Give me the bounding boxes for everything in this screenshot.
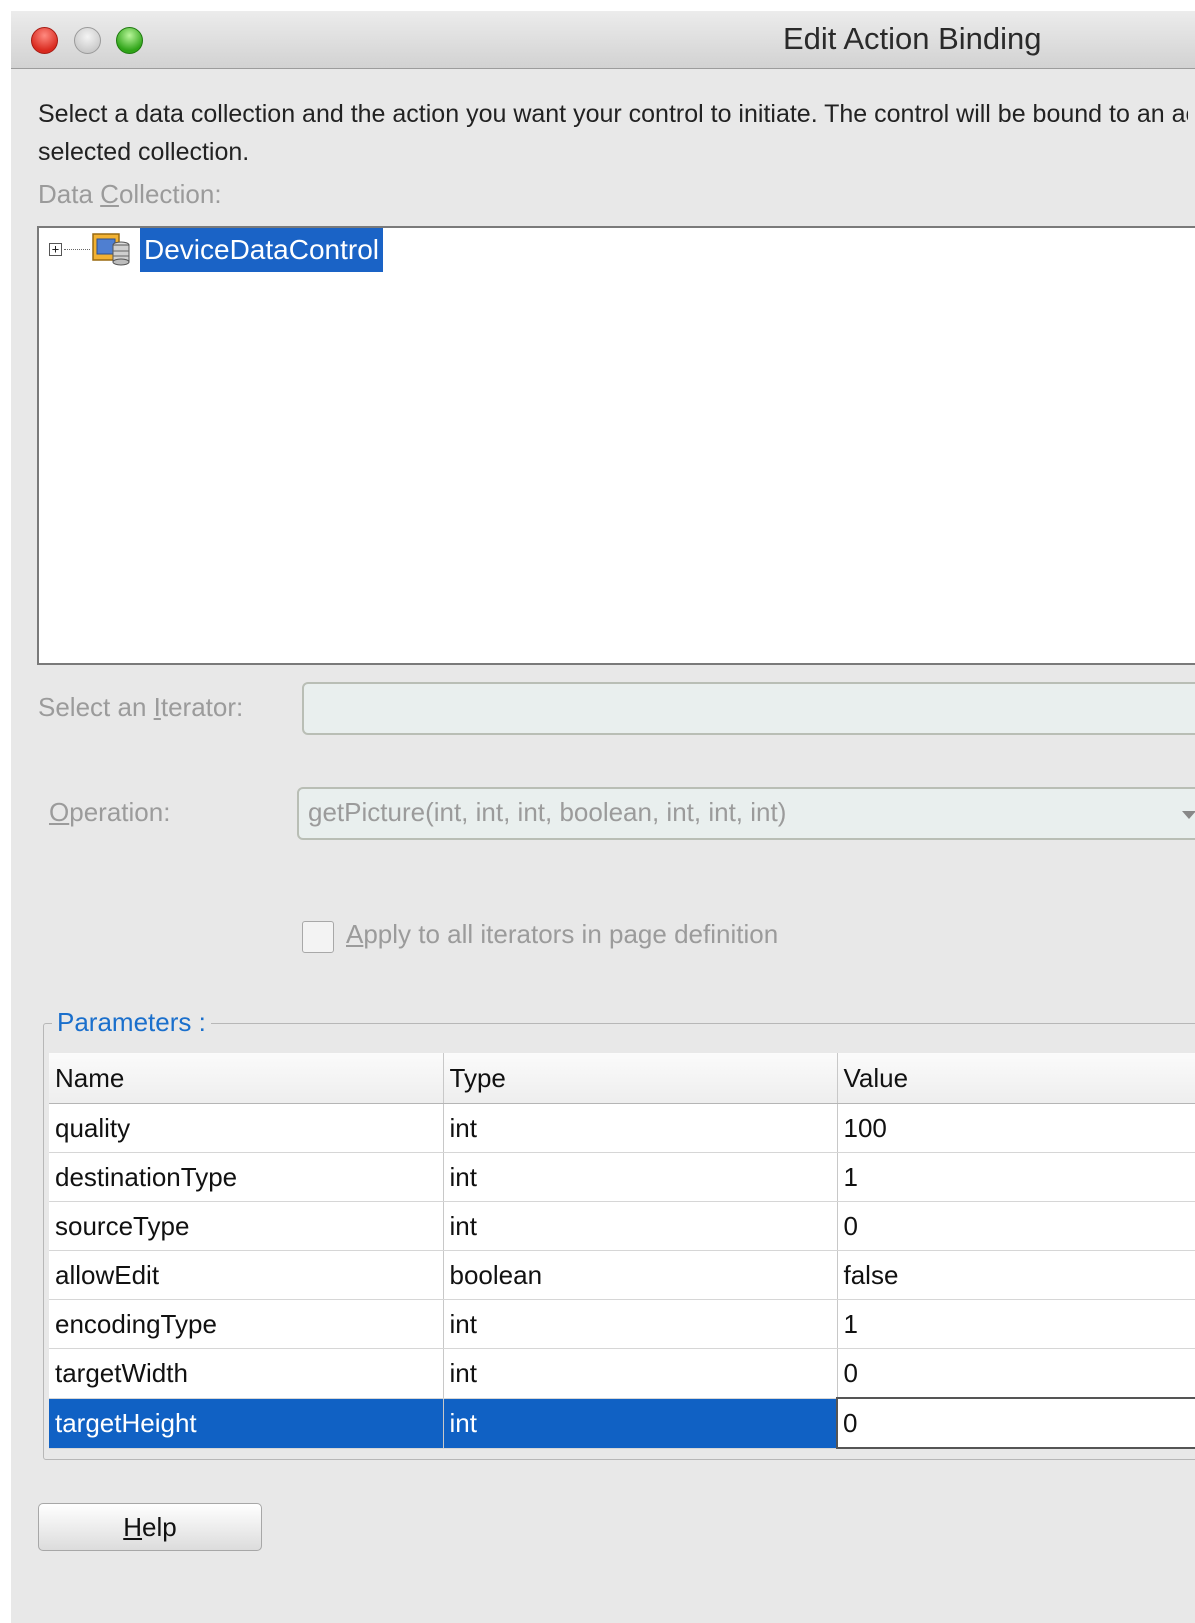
zoom-window-button[interactable] [116,27,143,54]
operation-value: getPicture(int, int, int, boolean, int, … [308,797,787,827]
table-row[interactable]: sourceType int 0 [49,1201,1195,1251]
table-row[interactable]: allowEdit boolean false [49,1250,1195,1300]
param-value-editor[interactable]: 0 [836,1397,1195,1449]
dialog-description: Select a data collection and the action … [38,100,1188,166]
edit-action-binding-dialog: Edit Action Binding Select a data collec… [11,11,1195,1623]
operation-label: Operation: [49,797,171,827]
param-value-cell[interactable]: false [836,1250,1195,1300]
minimize-window-button[interactable] [74,27,101,54]
plus-box-icon[interactable]: + [49,243,62,256]
param-name-cell[interactable]: quality [49,1103,443,1153]
apply-all-iterators-label[interactable]: Apply to all iterators in page definitio… [346,919,778,950]
table-row[interactable]: quality int 100 [49,1103,1195,1153]
window-title: Edit Action Binding [783,21,1042,56]
iterator-label: Select an Iterator: [38,692,244,722]
data-collection-label: Data Collection: [38,179,222,209]
close-window-button[interactable] [31,27,58,54]
param-name-cell[interactable]: sourceType [49,1201,443,1251]
param-type-cell[interactable]: int [442,1201,837,1251]
param-name-cell[interactable]: destinationType [49,1152,443,1202]
table-row-selected[interactable]: targetHeight int 0 [49,1397,1195,1449]
param-value-cell[interactable]: 1 [836,1152,1195,1202]
parameters-table[interactable]: Name Type Value quality int 100 destinat… [49,1053,1195,1449]
table-row[interactable]: targetWidth int 0 [49,1348,1195,1399]
tree-node-devicedatacontrol[interactable]: DeviceDataControl [140,228,383,272]
param-type-cell[interactable]: int [442,1348,837,1399]
param-value-cell[interactable]: 1 [836,1299,1195,1349]
param-type-cell[interactable]: boolean [442,1250,837,1300]
param-type-cell[interactable]: int [442,1152,837,1202]
param-type-cell[interactable]: int [442,1398,837,1449]
chevron-down-icon [1182,811,1195,819]
param-type-cell[interactable]: int [442,1299,837,1349]
param-name-cell[interactable]: allowEdit [49,1250,443,1300]
param-value-cell[interactable]: 100 [836,1103,1195,1153]
table-header-row: Name Type Value [49,1053,1195,1104]
help-button[interactable]: Help [38,1503,262,1551]
data-collection-tree[interactable]: + DeviceDataControl [37,226,1195,665]
iterator-select[interactable] [302,682,1195,735]
table-row[interactable]: encodingType int 1 [49,1299,1195,1349]
param-type-cell[interactable]: int [442,1103,837,1153]
parameters-legend: Parameters : [52,1007,211,1038]
param-name-cell[interactable]: targetHeight [49,1398,443,1449]
column-header-value[interactable]: Value [836,1053,1195,1104]
data-control-icon [92,233,130,266]
column-header-type[interactable]: Type [442,1053,837,1104]
title-bar[interactable]: Edit Action Binding [11,11,1195,69]
param-name-cell[interactable]: targetWidth [49,1348,443,1399]
operation-dropdown[interactable]: getPicture(int, int, int, boolean, int, … [297,787,1195,840]
tree-connector [64,249,90,250]
param-value-cell[interactable]: 0 [836,1348,1195,1399]
table-row[interactable]: destinationType int 1 [49,1152,1195,1202]
apply-all-iterators-checkbox[interactable] [302,921,334,953]
param-value-cell[interactable]: 0 [836,1201,1195,1251]
param-name-cell[interactable]: encodingType [49,1299,443,1349]
column-header-name[interactable]: Name [49,1053,443,1104]
